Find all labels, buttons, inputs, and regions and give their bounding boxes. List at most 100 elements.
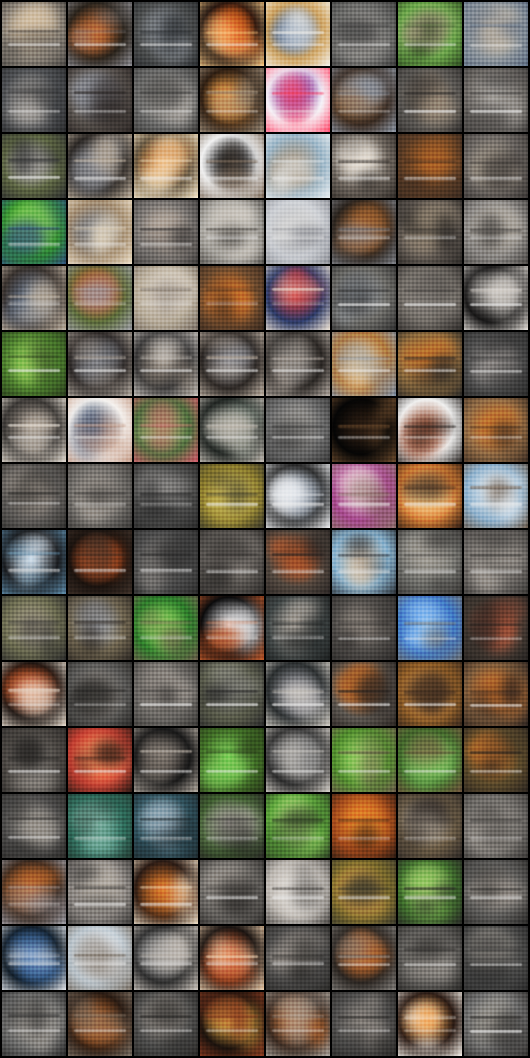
sample-tile bbox=[2, 728, 66, 792]
sample-tile bbox=[398, 2, 462, 66]
tile-noise bbox=[68, 398, 132, 462]
tile-noise bbox=[332, 530, 396, 594]
tile-noise bbox=[2, 596, 66, 660]
sample-tile bbox=[200, 860, 264, 924]
tile-noise bbox=[332, 398, 396, 462]
tile-noise bbox=[398, 992, 462, 1056]
tile-noise bbox=[2, 662, 66, 726]
tile-noise bbox=[200, 860, 264, 924]
sample-tile bbox=[332, 926, 396, 990]
sample-tile bbox=[68, 464, 132, 528]
tile-noise bbox=[200, 794, 264, 858]
sample-tile bbox=[266, 2, 330, 66]
tile-noise bbox=[2, 200, 66, 264]
sample-tile bbox=[332, 464, 396, 528]
tile-noise bbox=[2, 68, 66, 132]
tile-noise bbox=[464, 134, 528, 198]
sample-tile bbox=[134, 926, 198, 990]
tile-noise bbox=[398, 68, 462, 132]
tile-noise bbox=[200, 728, 264, 792]
tile-noise bbox=[464, 464, 528, 528]
sample-tile bbox=[2, 68, 66, 132]
sample-tile bbox=[266, 266, 330, 330]
sample-tile bbox=[398, 728, 462, 792]
sample-tile bbox=[464, 464, 528, 528]
sample-tile bbox=[464, 200, 528, 264]
sample-tile bbox=[68, 794, 132, 858]
sample-tile bbox=[68, 860, 132, 924]
tile-noise bbox=[266, 134, 330, 198]
tile-noise bbox=[398, 266, 462, 330]
sample-tile bbox=[68, 728, 132, 792]
sample-tile bbox=[200, 926, 264, 990]
tile-noise bbox=[200, 398, 264, 462]
sample-tile bbox=[2, 926, 66, 990]
tile-noise bbox=[134, 860, 198, 924]
sample-tile bbox=[134, 68, 198, 132]
tile-noise bbox=[398, 530, 462, 594]
tile-noise bbox=[68, 266, 132, 330]
sample-tile bbox=[398, 926, 462, 990]
sample-tile bbox=[134, 530, 198, 594]
sample-tile bbox=[398, 794, 462, 858]
sample-tile bbox=[2, 794, 66, 858]
sample-tile bbox=[398, 464, 462, 528]
sample-tile bbox=[464, 794, 528, 858]
sample-tile bbox=[134, 596, 198, 660]
tile-noise bbox=[200, 332, 264, 396]
tile-noise bbox=[464, 266, 528, 330]
sample-tile bbox=[464, 68, 528, 132]
sample-tile bbox=[398, 134, 462, 198]
sample-tile bbox=[332, 728, 396, 792]
tile-noise bbox=[266, 200, 330, 264]
tile-noise bbox=[398, 464, 462, 528]
sample-tile bbox=[332, 134, 396, 198]
tile-noise bbox=[134, 134, 198, 198]
tile-noise bbox=[332, 266, 396, 330]
tile-noise bbox=[200, 134, 264, 198]
tile-noise bbox=[266, 662, 330, 726]
sample-tile bbox=[266, 596, 330, 660]
tile-noise bbox=[2, 992, 66, 1056]
sample-tile bbox=[464, 398, 528, 462]
sample-tile bbox=[68, 992, 132, 1056]
tile-noise bbox=[266, 794, 330, 858]
tile-noise bbox=[464, 662, 528, 726]
tile-noise bbox=[464, 728, 528, 792]
tile-noise bbox=[200, 662, 264, 726]
sample-tile bbox=[398, 992, 462, 1056]
sample-tile bbox=[2, 860, 66, 924]
sample-tile bbox=[2, 530, 66, 594]
tile-noise bbox=[2, 860, 66, 924]
sample-tile bbox=[266, 200, 330, 264]
tile-noise bbox=[398, 2, 462, 66]
tile-noise bbox=[332, 2, 396, 66]
tile-noise bbox=[134, 794, 198, 858]
tile-noise bbox=[398, 398, 462, 462]
tile-noise bbox=[200, 464, 264, 528]
sample-tile bbox=[200, 662, 264, 726]
sample-tile bbox=[398, 200, 462, 264]
sample-tile bbox=[200, 992, 264, 1056]
tile-noise bbox=[464, 926, 528, 990]
sample-tile bbox=[332, 266, 396, 330]
sample-tile bbox=[398, 68, 462, 132]
sample-tile bbox=[2, 398, 66, 462]
tile-noise bbox=[332, 992, 396, 1056]
sample-tile bbox=[68, 662, 132, 726]
tile-noise bbox=[398, 332, 462, 396]
sample-tile bbox=[68, 398, 132, 462]
tile-noise bbox=[134, 2, 198, 66]
tile-noise bbox=[464, 860, 528, 924]
sample-tile bbox=[464, 134, 528, 198]
sample-tile bbox=[266, 464, 330, 528]
tile-noise bbox=[266, 2, 330, 66]
sample-tile bbox=[68, 332, 132, 396]
sample-tile bbox=[266, 332, 330, 396]
tile-noise bbox=[2, 266, 66, 330]
tile-noise bbox=[68, 2, 132, 66]
tile-noise bbox=[134, 926, 198, 990]
tile-noise bbox=[68, 794, 132, 858]
tile-noise bbox=[200, 266, 264, 330]
tile-noise bbox=[134, 662, 198, 726]
